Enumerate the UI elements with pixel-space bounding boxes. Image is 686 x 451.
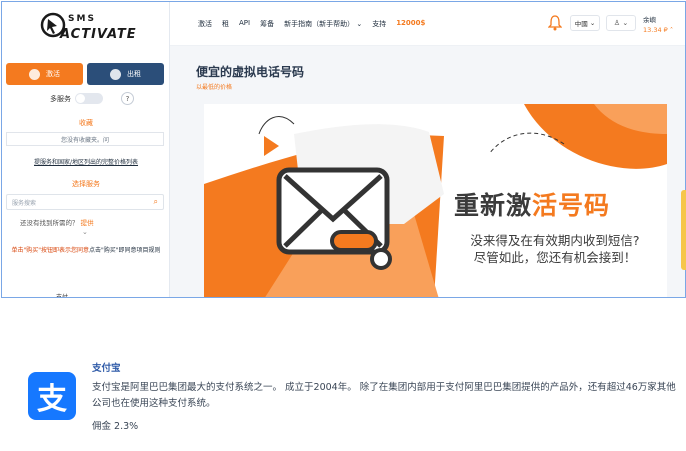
top-bar: 激活 租 API 筹备 新手指南（新手帮助） ⌄ 支持 12000$ 中國 ⌄ … xyxy=(170,2,685,46)
page-title: 便宜的虚拟电话号码 xyxy=(196,65,305,79)
favorites-empty: 您没有收藏夹。问 xyxy=(6,132,164,146)
tab-rent-label: 出租 xyxy=(127,70,141,78)
logo[interactable]: SMS ACTIVATE xyxy=(38,10,137,48)
user-balance-value: 13.34 ₽ xyxy=(643,26,668,34)
app-window: SMS ACTIVATE 激活 出租 多服务 ? 收藏 您没有收藏夹。问 提服务… xyxy=(1,1,686,298)
banner-line-1: 没来得及在有效期内收到短信? xyxy=(470,233,640,248)
banner-title: 重新激活号码 xyxy=(454,186,610,222)
hint-text-b[interactable]: 点击"购买"即同意项目规则 xyxy=(89,247,161,254)
sidebar-footer: 支付 xyxy=(56,294,69,298)
multi-service-label: 多服务 xyxy=(50,94,71,103)
user-name: 余嶼 xyxy=(643,16,656,24)
suggest-link[interactable]: 提供 xyxy=(81,219,94,227)
service-search-placeholder: 服务搜索 xyxy=(12,199,37,207)
user-balance: 13.34 ₽ ˄ xyxy=(643,26,674,34)
envelope-icon xyxy=(276,167,392,270)
banner-title-orange: 活号码 xyxy=(532,191,611,220)
tab-rent[interactable]: 出租 xyxy=(87,63,164,85)
language-label: 中國 xyxy=(574,20,588,28)
banner-line-2: 尽管如此，您还有机会接到！ xyxy=(473,250,637,265)
user-icon: ♙ xyxy=(613,19,621,27)
purchase-rules-hint: 单击"购买"按钮即表示您同意点击"购买"即同意项目规则 xyxy=(6,246,166,255)
not-found-row: 还没有找到所需的？ 提供 xyxy=(20,217,94,227)
user-info[interactable]: 余嶼 13.34 ₽ ˄ xyxy=(643,15,673,35)
alipay-icon: 支 xyxy=(28,372,76,420)
multi-service-row: 多服务 ? xyxy=(50,92,134,105)
tab-activate-label: 激活 xyxy=(46,70,60,78)
payment-description: 支付宝是阿里巴巴集团最大的支付系统之一。 成立于2004年。 除了在集团内部用于… xyxy=(92,382,676,409)
nav-api[interactable]: API xyxy=(239,19,250,29)
hint-text-a: 单击"购买"按钮即表示您同意 xyxy=(11,247,89,254)
activate-icon xyxy=(29,68,40,80)
select-service-title: 选择服务 xyxy=(72,180,100,188)
multi-service-toggle[interactable] xyxy=(75,93,103,104)
nav-rent[interactable]: 租 xyxy=(222,19,229,29)
nav-prepare[interactable]: 筹备 xyxy=(260,19,274,29)
help-icon[interactable]: ? xyxy=(121,92,134,105)
user-menu-button[interactable]: ♙ ⌄ xyxy=(606,15,636,31)
not-found-text: 还没有找到所需的？ xyxy=(20,219,79,227)
promo-banner[interactable]: 重新激活号码 没来得及在有效期内收到短信? 尽管如此，您还有机会接到！ xyxy=(204,104,667,297)
nav-balance[interactable]: 12000$ xyxy=(396,19,425,29)
chevron-down-icon[interactable]: ⌄ xyxy=(82,228,88,236)
payment-commission: 佣金 2.3% xyxy=(92,421,139,432)
logo-sms-text: SMS xyxy=(68,14,96,24)
chevron-down-icon: ⌄ xyxy=(589,19,596,27)
chevron-down-icon: ⌄ xyxy=(356,20,363,28)
nav-support[interactable]: 支持 xyxy=(372,19,386,29)
sidebar: SMS ACTIVATE 激活 出租 多服务 ? 收藏 您没有收藏夹。问 提服务… xyxy=(2,2,170,298)
search-icon[interactable]: ⌕ xyxy=(154,197,158,207)
nav-activate[interactable]: 激活 xyxy=(198,19,212,29)
banner-subtext: 没来得及在有效期内收到短信? 尽管如此，您还有机会接到！ xyxy=(448,232,662,266)
favorites-title: 收藏 xyxy=(79,119,93,127)
payment-name: 支付宝 xyxy=(92,363,121,374)
price-list-link[interactable]: 提服务和国家/地区列出的完整价格列表 xyxy=(2,157,170,166)
page-subtitle: 以最低的价格 xyxy=(196,84,233,91)
nav-guide-label: 新手指南（新手帮助） xyxy=(284,20,355,28)
main-nav: 激活 租 API 筹备 新手指南（新手帮助） ⌄ 支持 12000$ xyxy=(198,19,425,29)
main-content: 便宜的虚拟电话号码 以最低的价格 重新激活号码 没来得及在有效期内收到短信? 尽… xyxy=(170,46,685,297)
service-search-input[interactable]: 服务搜索 ⌕ xyxy=(6,194,164,210)
nav-guide[interactable]: 新手指南（新手帮助） ⌄ xyxy=(284,19,362,29)
rent-icon xyxy=(110,68,121,80)
language-select[interactable]: 中國 ⌄ xyxy=(570,15,600,31)
tab-activate[interactable]: 激活 xyxy=(6,63,83,85)
bell-icon[interactable] xyxy=(548,15,562,31)
banner-title-dark: 重新激 xyxy=(454,191,533,220)
logo-activate-text: ACTIVATE xyxy=(60,27,137,42)
chevron-down-icon: ⌄ xyxy=(622,19,629,27)
sidebar-mode-tabs: 激活 出租 xyxy=(6,63,164,85)
scroll-side-tab[interactable] xyxy=(681,190,686,270)
